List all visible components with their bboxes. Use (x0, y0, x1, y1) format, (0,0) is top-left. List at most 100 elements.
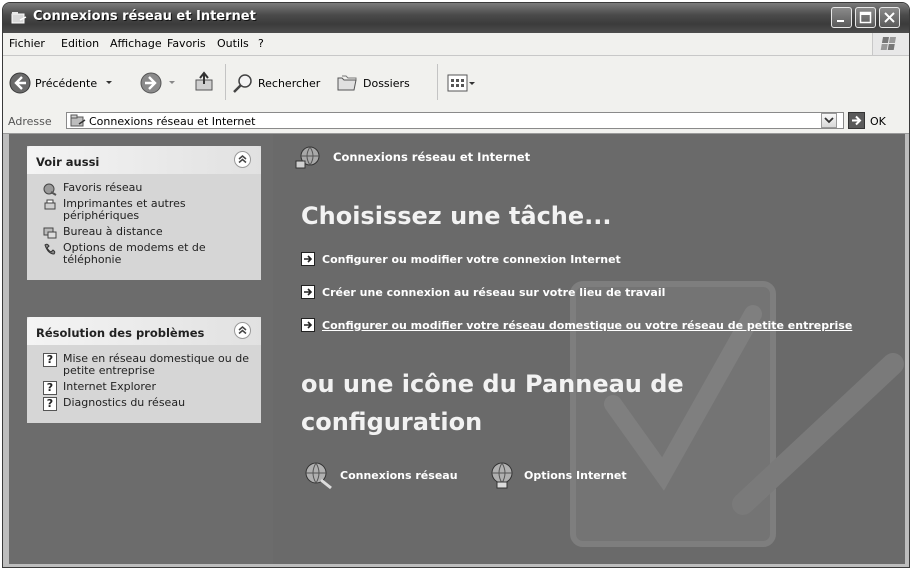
toolbar-separator (437, 64, 438, 100)
help-icon: ? (43, 397, 57, 411)
help-icon: ? (43, 381, 57, 395)
see-also-panel: Voir aussi Favoris réseau Imprimantes et… (27, 146, 261, 280)
see-also-title: Voir aussi (36, 155, 100, 169)
internet-options-link[interactable]: Options Internet (487, 460, 627, 490)
go-arrow-icon (852, 115, 862, 126)
go-button[interactable] (848, 112, 865, 129)
maximize-icon (859, 11, 872, 24)
search-button[interactable]: Rechercher (231, 72, 320, 94)
printers-icon (44, 199, 56, 210)
network-connections-icon (305, 462, 332, 490)
network-connections-link[interactable]: Connexions réseau (303, 460, 458, 490)
see-also-item-label: Bureau à distance (63, 225, 163, 238)
title-bar[interactable]: Connexions réseau et Internet (3, 3, 909, 33)
views-icon (447, 74, 475, 92)
task-pane: Voir aussi Favoris réseau Imprimantes et… (9, 134, 273, 564)
menu-outils[interactable]: Outils (217, 37, 249, 50)
folder-network-icon (11, 10, 27, 24)
folders-button[interactable]: Dossiers (336, 72, 410, 94)
see-also-item-network-favorites[interactable]: Favoris réseau (35, 181, 253, 196)
network-favorites-icon (43, 183, 57, 196)
see-also-item-remote-desktop[interactable]: Bureau à distance (35, 225, 253, 239)
back-button[interactable]: Précédente (9, 72, 114, 94)
menu-fichier[interactable]: Fichier (9, 37, 45, 50)
chevron-down-icon (824, 117, 834, 124)
troubleshoot-header[interactable]: Résolution des problèmes (27, 317, 261, 345)
collapse-button[interactable] (234, 322, 251, 339)
back-arrow-icon (9, 72, 31, 94)
collapse-button[interactable] (234, 151, 251, 168)
window-title: Connexions réseau et Internet (33, 9, 256, 24)
see-also-item-label: Imprimantes et autres périphériques (63, 197, 186, 222)
menu-edition[interactable]: Edition (61, 37, 99, 50)
troubleshoot-item-network-diagnostics[interactable]: ? Diagnostics du réseau (35, 396, 253, 411)
address-dropdown-button[interactable] (821, 113, 837, 128)
address-field[interactable]: Connexions réseau et Internet (66, 112, 844, 129)
troubleshoot-item-home-network[interactable]: ? Mise en réseau domestique ou de petite… (35, 353, 253, 377)
internet-options-label: Options Internet (524, 468, 627, 482)
address-bar: Adresse Connexions réseau et Internet OK (3, 110, 909, 134)
address-value: Connexions réseau et Internet (89, 115, 256, 128)
icon-heading-line2: configuration (301, 408, 483, 436)
troubleshoot-title: Résolution des problèmes (36, 326, 205, 340)
menu-favoris[interactable]: Favoris (167, 37, 206, 50)
forward-arrow-icon (140, 72, 162, 94)
windows-logo-icon (872, 33, 909, 55)
folders-icon (337, 75, 357, 91)
task-link-label: Configurer ou modifier votre connexion I… (322, 252, 621, 266)
task-link-internet-connection[interactable]: Configurer ou modifier votre connexion I… (301, 252, 621, 266)
back-dropdown-icon[interactable] (104, 79, 114, 87)
forward-button[interactable] (140, 72, 177, 94)
help-icon: ? (43, 353, 57, 367)
see-also-header[interactable]: Voir aussi (27, 146, 261, 174)
menu-help[interactable]: ? (258, 37, 264, 50)
arrow-right-icon (301, 285, 315, 299)
phone-modem-icon (44, 243, 56, 255)
close-icon (884, 12, 895, 23)
views-button[interactable] (447, 73, 475, 93)
task-link-label: Configurer ou modifier votre réseau dome… (322, 318, 853, 332)
menu-bar: Fichier Edition Affichage Favoris Outils… (3, 33, 909, 56)
go-label[interactable]: OK (870, 115, 886, 128)
remote-desktop-icon (43, 227, 57, 239)
chevron-up-icon (238, 326, 247, 335)
see-also-item-label: Options de modems et de téléphonie (63, 241, 206, 266)
troubleshoot-panel: Résolution des problèmes ? Mise en résea… (27, 317, 261, 423)
troubleshoot-item-label: Diagnostics du réseau (63, 396, 186, 409)
minimize-icon (837, 20, 844, 22)
network-globe-icon (295, 146, 320, 169)
troubleshoot-item-label: Mise en réseau domestique ou de petite e… (63, 352, 249, 377)
toolbar-separator (225, 64, 226, 100)
folders-label: Dossiers (363, 76, 410, 90)
minimize-button[interactable] (831, 7, 852, 28)
task-heading: Choisissez une tâche... (301, 202, 612, 230)
icon-heading-line1: ou une icône du Panneau de (301, 370, 684, 398)
forward-dropdown-icon[interactable] (167, 79, 177, 87)
menu-affichage[interactable]: Affichage (110, 37, 162, 50)
task-link-workplace-connection[interactable]: Créer une connexion au réseau sur votre … (301, 285, 665, 299)
internet-options-icon (491, 462, 513, 489)
network-connections-label: Connexions réseau (340, 468, 458, 482)
arrow-right-icon (301, 252, 315, 266)
see-also-item-label: Favoris réseau (63, 181, 143, 194)
up-folder-icon (195, 71, 213, 91)
back-label: Précédente (35, 76, 98, 90)
category-pane: Connexions réseau et Internet Choisissez… (273, 134, 905, 564)
category-title: Connexions réseau et Internet (333, 150, 531, 164)
see-also-item-phone-modem[interactable]: Options de modems et de téléphonie (35, 242, 253, 266)
network-folder-icon (70, 114, 86, 127)
arrow-right-icon (301, 318, 315, 332)
content-area: Voir aussi Favoris réseau Imprimantes et… (9, 134, 905, 564)
toolbar: Précédente Rechercher Dossiers (3, 56, 909, 111)
explorer-window: Connexions réseau et Internet Fichier Ed… (2, 2, 910, 568)
chevron-up-icon (238, 155, 247, 164)
close-button[interactable] (879, 7, 900, 28)
maximize-button[interactable] (855, 7, 876, 28)
see-also-item-printers[interactable]: Imprimantes et autres périphériques (35, 198, 253, 222)
task-link-home-network[interactable]: Configurer ou modifier votre réseau dome… (301, 318, 852, 332)
task-link-label: Créer une connexion au réseau sur votre … (322, 285, 666, 299)
up-folder-button[interactable] (193, 70, 217, 94)
troubleshoot-item-internet-explorer[interactable]: ? Internet Explorer (35, 381, 253, 395)
address-label: Adresse (8, 115, 52, 128)
search-label: Rechercher (258, 76, 321, 90)
